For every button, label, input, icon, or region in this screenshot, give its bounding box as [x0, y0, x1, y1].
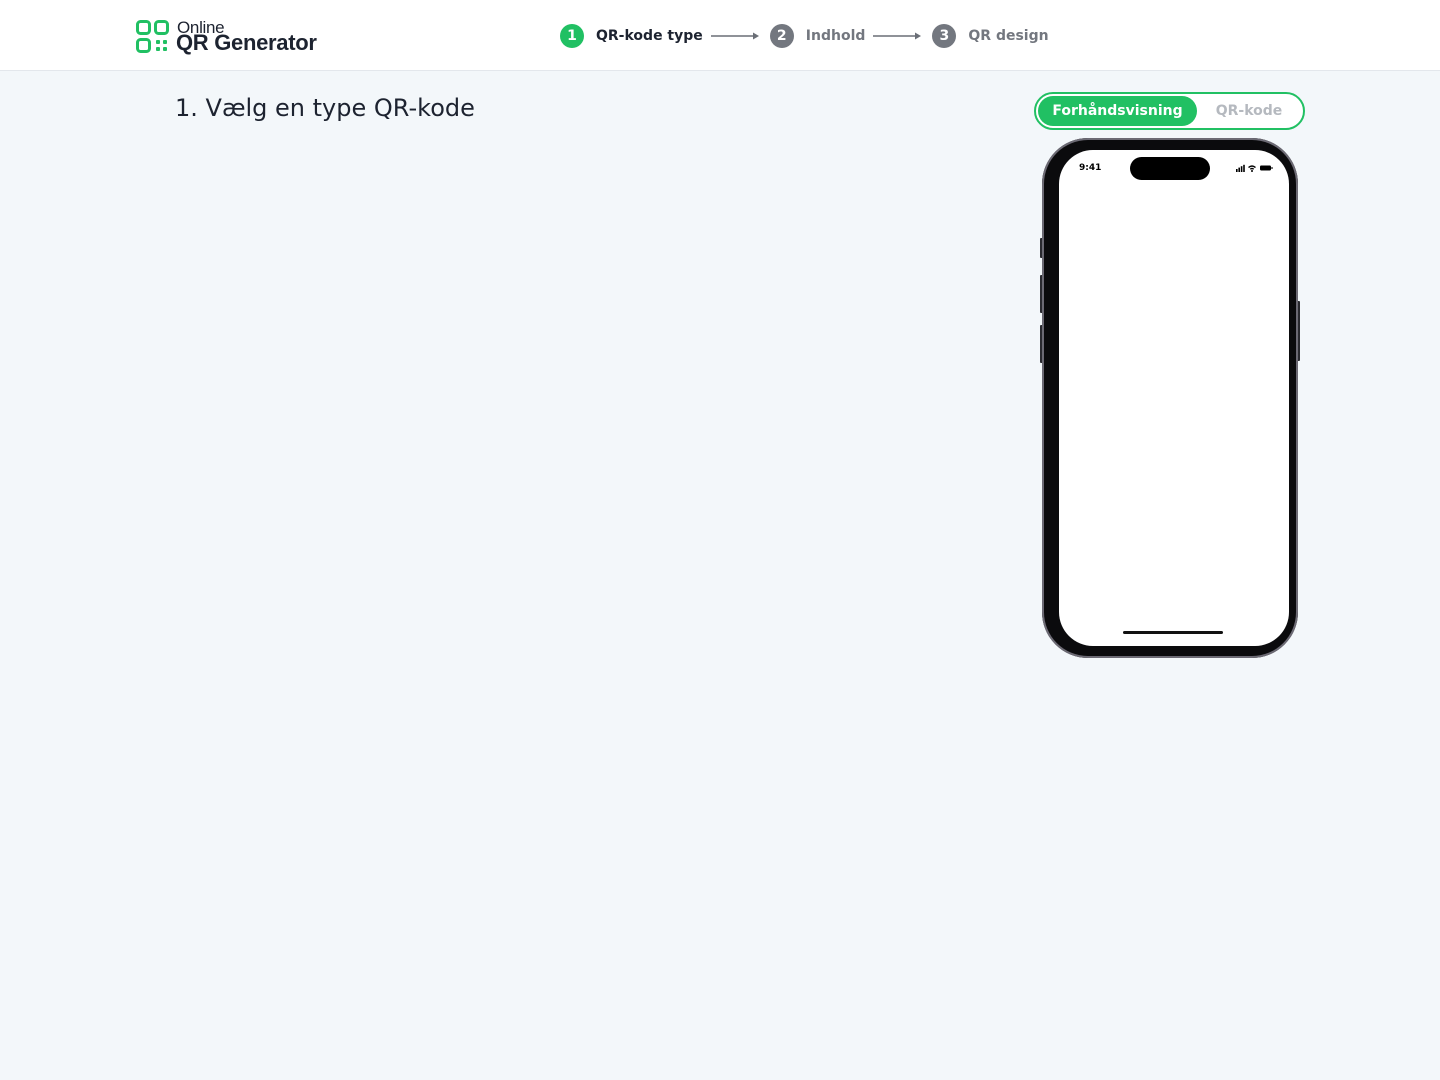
status-time: 9:41 — [1079, 163, 1102, 173]
phone-screen — [1059, 150, 1289, 646]
step-1-label: QR-kode type — [596, 28, 703, 44]
step-1-number: 1 — [560, 24, 584, 48]
phone-preview: 9:41 — [1038, 138, 1302, 660]
preview-toggle: Forhåndsvisning QR-kode — [1034, 92, 1305, 130]
step-2-number: 2 — [769, 24, 794, 48]
signal-icon — [1236, 164, 1245, 172]
home-indicator — [1123, 631, 1223, 634]
qr-code-tab[interactable]: QR-kode — [1199, 96, 1299, 126]
phone-frame: 9:41 — [1042, 138, 1298, 658]
step-3-label: QR design — [968, 28, 1049, 44]
brand-logo[interactable]: Online QR Generator — [136, 18, 317, 55]
step-progress: 1 QR-kode type 2 Indhold 3 QR design — [560, 24, 1049, 48]
step-2-label: Indhold — [805, 28, 866, 44]
arrow-right-icon — [710, 32, 759, 40]
preview-tab[interactable]: Forhåndsvisning — [1038, 96, 1197, 126]
brand-line2: QR Generator — [176, 30, 317, 55]
arrow-right-icon — [873, 32, 922, 40]
battery-icon — [1260, 165, 1273, 171]
page-title: 1. Vælg en type QR-kode — [175, 94, 475, 122]
dynamic-island — [1130, 157, 1210, 180]
step-3-number: 3 — [932, 24, 957, 48]
top-header: Online QR Generator 1 QR-kode type 2 Ind… — [0, 0, 1440, 71]
status-bar-icons — [1236, 164, 1273, 172]
wifi-icon — [1248, 165, 1256, 172]
qr-logo-icon — [136, 20, 169, 53]
